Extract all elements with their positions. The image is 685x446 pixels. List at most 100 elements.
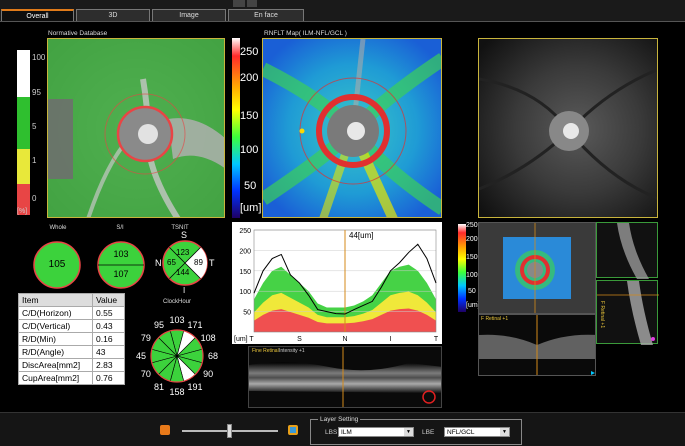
chevron-down-icon[interactable]: ▼ bbox=[500, 428, 509, 436]
slider-thumb[interactable] bbox=[227, 424, 232, 438]
layer-setting-title: Layer Setting bbox=[318, 416, 361, 423]
contrast-icon[interactable] bbox=[288, 425, 298, 435]
si-bottom-value: 107 bbox=[113, 269, 129, 279]
clockhour-value: 108 bbox=[201, 333, 216, 343]
si-label: S/I bbox=[116, 225, 124, 231]
tab-3d[interactable]: 3D bbox=[76, 9, 150, 21]
clockhour-value: 68 bbox=[208, 351, 218, 361]
clockhour-value: 95 bbox=[154, 320, 164, 330]
clockhour-value: 90 bbox=[203, 369, 213, 379]
lbs-select[interactable]: ILM ▼ bbox=[338, 427, 414, 437]
table-row: C/D(Horizon) 0.55 bbox=[18, 306, 125, 320]
window-button-2[interactable] bbox=[247, 0, 257, 7]
rnfl-scale-250: 250 bbox=[240, 46, 259, 58]
tab-bar: Overall 3D Image En face bbox=[0, 0, 685, 22]
params-table: Item Value C/D(Horizon) 0.55 C/D(Vertical… bbox=[18, 293, 125, 385]
bscan-label: Fine Retinal bbox=[252, 348, 279, 354]
clockhour-value: 70 bbox=[141, 369, 151, 379]
normative-map-image[interactable] bbox=[47, 38, 225, 218]
scale-label-5: 5 bbox=[32, 122, 37, 131]
table-row: DiscArea[mm2] 2.83 bbox=[18, 358, 125, 372]
tsnit-s-value: 123 bbox=[176, 248, 190, 257]
y-tick-label: 250 bbox=[239, 228, 251, 235]
param-value: 2.83 bbox=[92, 358, 125, 372]
mini-bscan-image[interactable]: F Retinal +1 bbox=[478, 314, 596, 376]
tab-overall[interactable]: Overall bbox=[1, 9, 74, 21]
param-item: CupArea[mm2] bbox=[18, 371, 93, 385]
tsnit-t-label: T bbox=[209, 258, 215, 268]
clockhour-label: ClockHour bbox=[162, 299, 191, 305]
normative-title: Normative Database bbox=[48, 30, 108, 37]
x-tick-label: [um] T bbox=[234, 336, 254, 343]
rnfl-map-image[interactable] bbox=[262, 38, 442, 218]
clockhour-value: 158 bbox=[169, 387, 184, 397]
mini-vertical-bscan-2[interactable]: F Retinal +1 bbox=[596, 280, 659, 345]
rnfl-title: RNFLT Map( ILM-NFL/GCL ) bbox=[264, 30, 347, 37]
mini-scale-250: 250 bbox=[466, 222, 478, 229]
mini-scale-150: 150 bbox=[466, 254, 478, 261]
lbs-label: LBS bbox=[325, 429, 338, 436]
rnfl-scale-50: 50 bbox=[244, 180, 257, 192]
whole-value: 105 bbox=[48, 259, 66, 270]
rnfl-scale-150: 150 bbox=[240, 110, 259, 122]
rnfl-scale-200: 200 bbox=[240, 72, 259, 84]
clockhour-value: 171 bbox=[187, 320, 202, 330]
mini-fundus-image[interactable] bbox=[478, 222, 596, 314]
clockhour-value: 45 bbox=[136, 351, 146, 361]
param-value: 0.55 bbox=[92, 306, 125, 320]
thickness-profile-chart[interactable]: 50 100 150 200 250 44[um] [um] T S N I T bbox=[232, 222, 442, 344]
tsnit-i-label: I bbox=[183, 286, 186, 295]
whole-label: Whole bbox=[49, 225, 67, 231]
normative-unit: [%] bbox=[17, 208, 28, 215]
params-header-value: Value bbox=[92, 293, 125, 307]
bscan-sub: Intensity +1 bbox=[279, 348, 305, 354]
x-tick-label: T bbox=[434, 336, 439, 343]
param-item: DiscArea[mm2] bbox=[18, 358, 93, 372]
y-tick-label: 100 bbox=[239, 289, 251, 296]
lbe-value: NFL/GCL bbox=[447, 429, 475, 436]
scale-label-95: 95 bbox=[32, 88, 41, 97]
scale-label-1: 1 bbox=[32, 156, 37, 165]
mini-vertical-bscan[interactable] bbox=[596, 222, 658, 279]
param-item: C/D(Horizon) bbox=[18, 306, 93, 320]
y-tick-label: 150 bbox=[239, 269, 251, 276]
param-value: 0.76 bbox=[92, 371, 125, 385]
clockhour-chart: 103 171 108 68 90 191 158 81 70 45 79 95 bbox=[132, 308, 222, 400]
tsnit-s-label: S bbox=[181, 230, 188, 240]
lbe-select[interactable]: NFL/GCL ▼ bbox=[444, 427, 510, 437]
table-row: R/D(Min) 0.16 bbox=[18, 332, 125, 346]
tsnit-n-label: N bbox=[155, 258, 162, 268]
scale-label-100: 100 bbox=[32, 53, 46, 62]
x-tick-label: S bbox=[297, 336, 302, 343]
table-row: C/D(Vertical) 0.43 bbox=[18, 319, 125, 333]
param-item: C/D(Vertical) bbox=[18, 319, 93, 333]
chevron-down-icon[interactable]: ▼ bbox=[404, 428, 413, 436]
rnfl-scale-unit: [um] bbox=[240, 202, 262, 214]
mini-bscan-label: F Retinal +1 bbox=[481, 316, 509, 322]
param-item: R/D(Angle) bbox=[18, 345, 93, 359]
bottom-bar: Layer Setting LBS ILM ▼ LBE NFL/GCL ▼ bbox=[0, 412, 685, 446]
clockhour-value: 191 bbox=[187, 382, 202, 392]
lbs-value: ILM bbox=[341, 429, 352, 436]
window-button[interactable] bbox=[233, 0, 245, 7]
clockhour-value: 103 bbox=[169, 315, 184, 325]
brightness-icon[interactable] bbox=[160, 425, 170, 435]
param-value: 0.43 bbox=[92, 319, 125, 333]
clockhour-value: 79 bbox=[141, 333, 151, 343]
tab-en-face[interactable]: En face bbox=[228, 9, 304, 21]
table-row: CupArea[mm2] 0.76 bbox=[18, 371, 125, 385]
table-row: R/D(Angle) 43 bbox=[18, 345, 125, 359]
tab-image[interactable]: Image bbox=[152, 9, 226, 21]
x-tick-label: I bbox=[390, 336, 392, 343]
rnfl-scale-100: 100 bbox=[240, 144, 259, 156]
tsnit-circle: S I N T 123 144 65 89 bbox=[155, 230, 215, 296]
clockhour-value: 81 bbox=[154, 382, 164, 392]
fundus-image[interactable] bbox=[478, 38, 658, 218]
mini-vert-label: F Retinal +1 bbox=[599, 301, 605, 329]
si-circle: 103 107 bbox=[96, 240, 146, 290]
param-value: 0.16 bbox=[92, 332, 125, 346]
mini-scale-50: 50 bbox=[468, 288, 476, 295]
bscan-image[interactable]: Fine Retinal Intensity +1 bbox=[248, 346, 442, 408]
si-top-value: 103 bbox=[113, 249, 129, 259]
x-tick-label: N bbox=[342, 336, 347, 343]
